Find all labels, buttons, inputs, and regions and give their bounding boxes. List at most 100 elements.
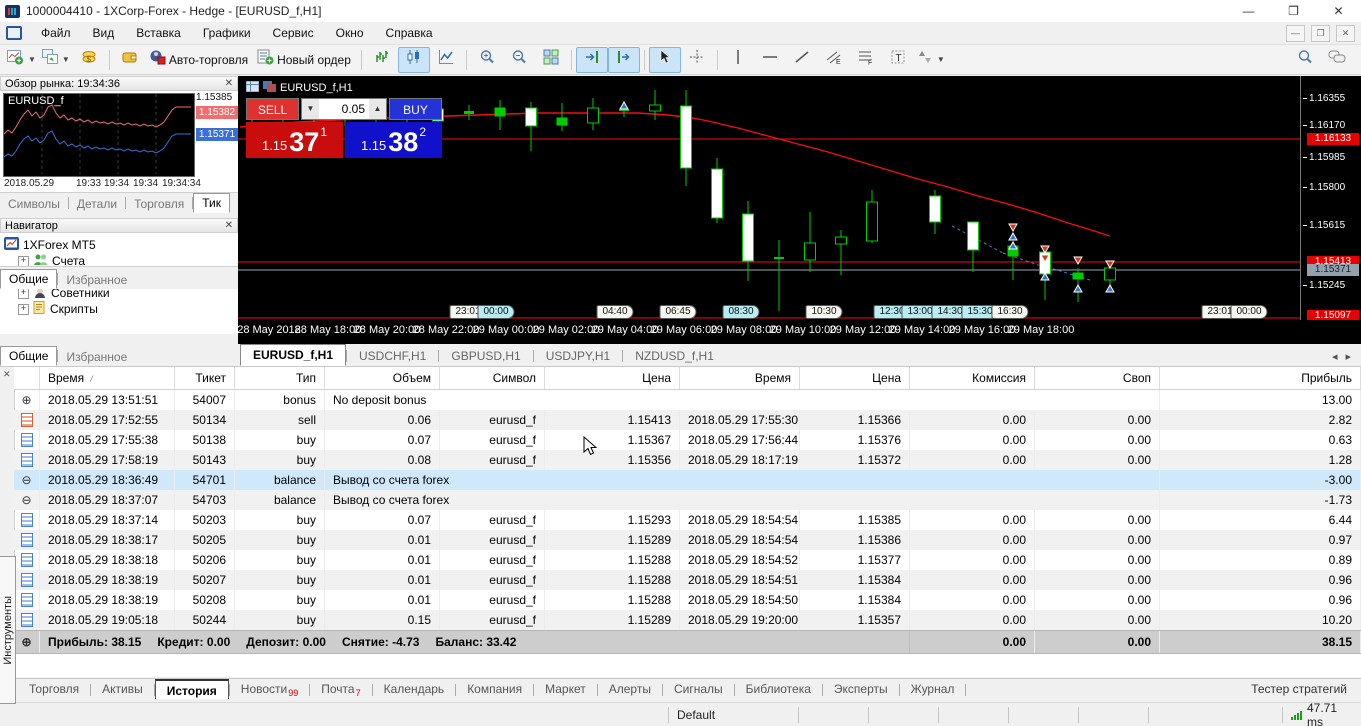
table-row-50134[interactable]: 2018.05.29 17:52:5550134sell0.06eurusd_f… xyxy=(14,410,1361,430)
toolbox-vertical-tab[interactable]: Инструменты xyxy=(0,556,16,704)
new-chart-button[interactable]: ▼ xyxy=(4,47,39,73)
table-row-50208[interactable]: 2018.05.29 18:38:1950208buy0.01eurusd_f1… xyxy=(14,590,1361,610)
tick-chart[interactable]: EURUSD_f xyxy=(3,93,195,177)
bottom-tab-Почта[interactable]: Почта7 xyxy=(310,679,371,699)
search-button[interactable] xyxy=(1289,47,1321,73)
wallet-button[interactable] xyxy=(114,47,146,73)
text-tool-button[interactable]: T xyxy=(882,47,914,73)
equidistant-channel-button[interactable]: E xyxy=(818,47,850,73)
bottom-tab-Календарь[interactable]: Календарь xyxy=(373,679,456,699)
expand-icon[interactable]: + xyxy=(18,288,29,299)
profiles-button[interactable]: ▼ xyxy=(39,47,73,73)
bottom-tab-Новости[interactable]: Новости99 xyxy=(230,679,309,699)
table-row-50143[interactable]: 2018.05.29 17:58:1950143buy0.08eurusd_f1… xyxy=(14,450,1361,470)
accounts-button[interactable]: $ xyxy=(73,47,105,73)
expand-icon[interactable]: + xyxy=(18,256,29,267)
zoom-in-button[interactable] xyxy=(471,47,503,73)
menu-item-Вставка[interactable]: Вставка xyxy=(125,23,192,43)
chart-tab-EURUSD_f,H1[interactable]: EURUSD_f,H1 xyxy=(240,344,346,366)
table-header-cell-Символ[interactable]: Символ xyxy=(440,367,545,389)
navigator-bottom-tab-Общие[interactable]: Общие xyxy=(0,346,57,366)
scroll-left-icon[interactable]: ◂ xyxy=(1332,350,1338,363)
volume-input[interactable]: 0.05 xyxy=(319,99,369,119)
table-header-cell-Прибыль[interactable]: Прибыль xyxy=(1160,367,1361,389)
chart-tab-USDJPY,H1[interactable]: USDJPY,H1 xyxy=(534,346,622,366)
table-header-cell-Объем[interactable]: Объем xyxy=(325,367,440,389)
menu-item-Вид[interactable]: Вид xyxy=(82,23,126,43)
market-watch-tab-Торговля[interactable]: Торговля xyxy=(126,195,192,213)
strategy-tester-tab[interactable]: Тестер стратегий xyxy=(1237,679,1361,699)
navigator-close-icon[interactable]: ✕ xyxy=(225,221,233,231)
chat-button[interactable] xyxy=(1321,47,1353,73)
market-watch-close-icon[interactable]: ✕ xyxy=(225,79,233,89)
menu-item-Графики[interactable]: Графики xyxy=(192,23,262,43)
market-watch-tab-Тик[interactable]: Тик xyxy=(193,193,230,213)
scroll-right-icon[interactable]: ▸ xyxy=(1345,350,1351,363)
bottom-tab-Библиотека[interactable]: Библиотека xyxy=(735,679,822,699)
buy-price[interactable]: 1.15 38 2 xyxy=(345,122,442,158)
table-row-50205[interactable]: 2018.05.29 18:38:1750205buy0.01eurusd_f1… xyxy=(14,530,1361,550)
bottom-tab-Торговля[interactable]: Торговля xyxy=(18,679,90,699)
trade-panel-grid-icon[interactable] xyxy=(246,81,259,95)
table-row-50206[interactable]: 2018.05.29 18:38:1850206buy0.01eurusd_f1… xyxy=(14,550,1361,570)
chart-tab-USDCHF,H1[interactable]: USDCHF,H1 xyxy=(347,346,438,366)
table-header-cell-Время[interactable]: Время/ xyxy=(40,367,175,389)
table-row-50244[interactable]: 2018.05.29 19:05:1850244buy0.15eurusd_f1… xyxy=(14,610,1361,630)
chart-tab-GBPUSD,H1[interactable]: GBPUSD,H1 xyxy=(439,346,532,366)
menu-item-Окно[interactable]: Окно xyxy=(325,23,375,43)
volume-up-button[interactable]: ▲ xyxy=(369,99,386,119)
navigator-item-Скрипты[interactable]: +Скрипты xyxy=(4,301,238,317)
chart-restore-button[interactable]: ❐ xyxy=(1311,25,1330,42)
table-header-cell-Своп[interactable]: Своп xyxy=(1035,367,1160,389)
market-watch-tab-Символы[interactable]: Символы xyxy=(0,195,68,213)
shift-end-button[interactable] xyxy=(576,47,608,73)
depth-of-market-icon[interactable] xyxy=(263,81,276,95)
table-header-cell-Комиссия[interactable]: Комиссия xyxy=(910,367,1035,389)
bottom-tab-Эксперты[interactable]: Эксперты xyxy=(823,679,899,699)
summary-plus-icon[interactable]: ⊕ xyxy=(14,631,40,653)
tile-windows-button[interactable] xyxy=(535,47,567,73)
navigator-tab-Избранное[interactable]: Избранное xyxy=(58,271,135,289)
horizontal-line-button[interactable] xyxy=(754,47,786,73)
bottom-tab-История[interactable]: История xyxy=(155,679,229,699)
shapes-button[interactable]: ▼ xyxy=(914,47,948,73)
navigator-root[interactable]: 1XForex MT5 xyxy=(4,237,238,253)
auto-scroll-button[interactable] xyxy=(608,47,640,73)
market-watch-tab-Детали[interactable]: Детали xyxy=(69,195,125,213)
table-header-cell-icon[interactable] xyxy=(14,367,40,389)
connection-status[interactable]: 47.71 ms xyxy=(1282,707,1361,723)
bottom-tab-Компания[interactable]: Компания xyxy=(456,679,533,699)
new-order-button[interactable]: Новый ордер xyxy=(254,47,357,73)
bottom-tab-Активы[interactable]: Активы xyxy=(91,679,154,699)
candle-chart-button[interactable] xyxy=(398,47,430,73)
table-header-cell-Тип[interactable]: Тип xyxy=(235,367,325,389)
table-row-54701[interactable]: ⊖2018.05.29 18:36:4954701balanceВывод со… xyxy=(14,470,1361,490)
crosshair-button[interactable] xyxy=(681,47,713,73)
table-row-54007[interactable]: ⊕2018.05.29 13:51:5154007bonusNo deposit… xyxy=(14,390,1361,410)
menu-item-Сервис[interactable]: Сервис xyxy=(262,23,325,43)
table-row-54703[interactable]: ⊖2018.05.29 18:37:0754703balanceВывод со… xyxy=(14,490,1361,510)
vertical-line-button[interactable] xyxy=(722,47,754,73)
chart-close-button[interactable]: ✕ xyxy=(1336,25,1355,42)
table-row-50138[interactable]: 2018.05.29 17:55:3850138buy0.07eurusd_f1… xyxy=(14,430,1361,450)
buy-button[interactable]: BUY xyxy=(389,98,442,120)
menu-item-Справка[interactable]: Справка xyxy=(375,23,444,43)
chart-tab-NZDUSD_f,H1[interactable]: NZDUSD_f,H1 xyxy=(623,346,726,366)
chart-minimize-button[interactable]: — xyxy=(1286,25,1305,42)
toolbox-close-icon[interactable]: ✕ xyxy=(3,370,11,379)
bottom-tab-Сигналы[interactable]: Сигналы xyxy=(663,679,734,699)
table-header-cell-Цена[interactable]: Цена xyxy=(800,367,910,389)
bottom-tab-Маркет[interactable]: Маркет xyxy=(534,679,597,699)
menu-item-Файл[interactable]: Файл xyxy=(30,23,82,43)
expand-icon[interactable]: + xyxy=(18,304,29,315)
line-chart-button[interactable] xyxy=(430,47,462,73)
bottom-tab-Журнал[interactable]: Журнал xyxy=(900,679,966,699)
fibonacci-button[interactable]: F xyxy=(850,47,882,73)
cursor-button[interactable] xyxy=(649,47,681,73)
table-header-cell-Тикет[interactable]: Тикет xyxy=(175,367,235,389)
close-button[interactable]: ✕ xyxy=(1316,0,1361,22)
table-row-50207[interactable]: 2018.05.29 18:38:1950207buy0.01eurusd_f1… xyxy=(14,570,1361,590)
restore-button[interactable]: ❐ xyxy=(1271,0,1316,22)
sell-price[interactable]: 1.15 37 1 xyxy=(246,122,343,158)
navigator-tab-Общие[interactable]: Общие xyxy=(0,269,57,289)
